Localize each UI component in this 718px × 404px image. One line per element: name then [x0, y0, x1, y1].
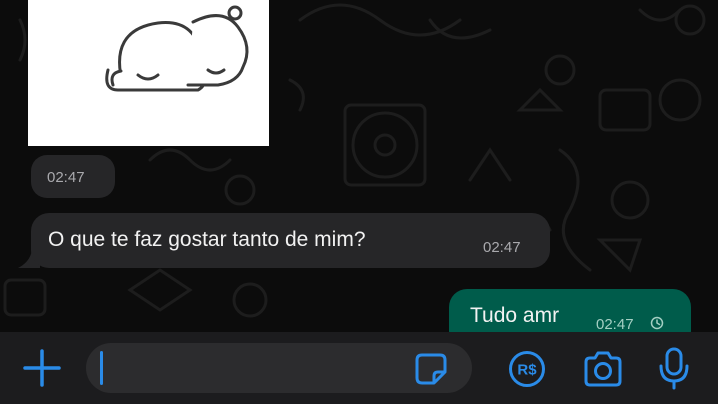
camera-icon	[584, 351, 622, 387]
sleeping-bear-sticker	[105, 5, 249, 92]
attach-button[interactable]	[22, 348, 62, 388]
voice-message-button[interactable]	[656, 346, 692, 390]
payment-icon: R$	[509, 351, 545, 387]
sticker-timestamp: 02:47	[47, 169, 85, 186]
clock-icon	[650, 316, 664, 330]
payment-button[interactable]: R$	[508, 350, 546, 388]
camera-button[interactable]	[582, 350, 624, 388]
sticker-timestamp-bubble: 02:47	[31, 155, 115, 198]
sticker-icon	[415, 353, 447, 385]
plus-icon	[23, 349, 61, 387]
outgoing-message-time: 02:47	[596, 316, 634, 333]
incoming-message-text: O que te faz gostar tanto de mim?	[48, 228, 366, 251]
microphone-icon	[659, 347, 689, 390]
incoming-message[interactable]: O que te faz gostar tanto de mim? 02:47	[31, 213, 550, 268]
incoming-message-time: 02:47	[483, 239, 521, 256]
sticker-message[interactable]	[28, 0, 269, 146]
payment-icon-text: R$	[517, 362, 537, 379]
outgoing-message-text: Tudo amr	[470, 304, 560, 327]
sticker-button[interactable]	[414, 352, 448, 386]
text-caret	[100, 351, 103, 385]
